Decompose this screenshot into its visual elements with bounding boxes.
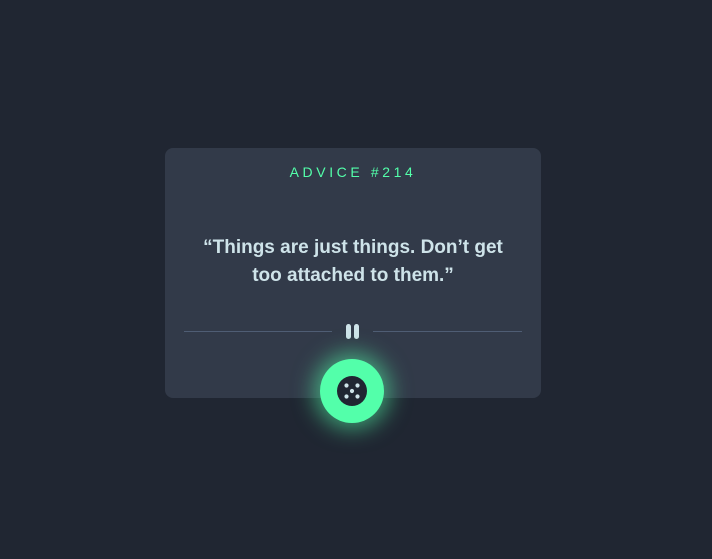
pause-bar-left: [346, 324, 351, 339]
page: ADVICE #214 “Things are just things. Don…: [0, 0, 712, 559]
generate-advice-button[interactable]: [320, 359, 384, 423]
advice-number: ADVICE #214: [289, 164, 417, 180]
divider-line-right: [373, 331, 522, 332]
pause-bar-right: [354, 324, 359, 339]
divider-line-left: [184, 331, 332, 332]
dice-icon: [337, 376, 367, 406]
divider: [184, 320, 522, 344]
pause-icon: [345, 324, 361, 340]
advice-quote: “Things are just things. Don’t get too a…: [203, 237, 503, 286]
